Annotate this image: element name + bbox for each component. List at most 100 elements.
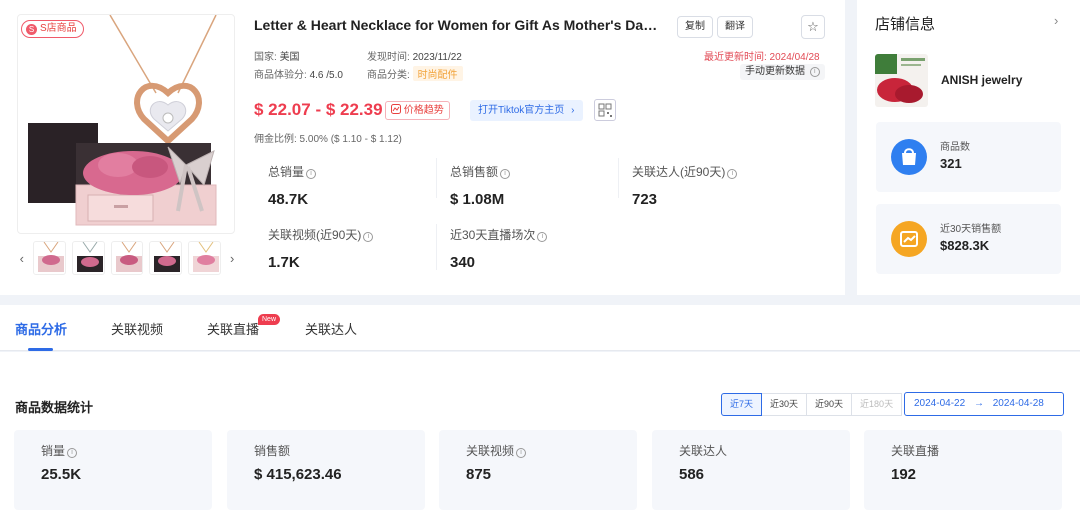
found-date-label: 发现时间: (367, 52, 410, 63)
shop-products-stat: 商品数 321 (876, 122, 1061, 192)
range-30d-button[interactable]: 近30天 (761, 393, 808, 416)
rating-value: 4.6 /5.0 (309, 70, 343, 81)
arrow-right-icon: → (973, 398, 984, 409)
translate-button[interactable]: 翻译 (717, 16, 753, 38)
date-range-picker[interactable]: 2024-04-22 → 2024-04-28 (904, 392, 1064, 416)
info-icon: i (727, 169, 738, 179)
thumbnail[interactable] (71, 241, 105, 275)
data-card-influencers: 关联达人 586 (652, 430, 850, 510)
stat-label: 关联视频(近90天) (268, 228, 362, 242)
data-card-lives: 关联直播 192 (864, 430, 1062, 510)
chevron-right-icon[interactable]: › (1054, 13, 1058, 28)
stat-lives-30d: 近30天直播场次 i 340 (450, 226, 620, 271)
stat-total-revenue: 总销售额 i $ 1.08M (450, 163, 620, 208)
thumbnail-strip: ‹ › (17, 240, 237, 276)
info-icon: i (500, 169, 511, 179)
data-card-revenue: 销售额 $ 415,623.46 (227, 430, 425, 510)
date-start: 2024-04-22 (914, 398, 966, 409)
stat-value: 48.7K (268, 191, 309, 208)
rating-meta: 商品体验分: 4.6 /5.0 (254, 66, 343, 81)
thumbnail[interactable] (149, 241, 183, 275)
data-card-value: 192 (891, 466, 917, 483)
product-main-image[interactable] (17, 14, 235, 234)
data-card-value: $ 415,623.46 (254, 466, 342, 483)
stat-total-sales: 总销量 i 48.7K (268, 163, 438, 208)
range-180d-button[interactable]: 近180天 (851, 393, 903, 416)
shop-products-value: 321 (940, 156, 962, 171)
info-icon: i (537, 232, 548, 242)
shop-sales-30d-label: 近30天销售额 (940, 224, 1002, 235)
data-card-videos: 关联视频 i 875 (439, 430, 637, 510)
tab-related-live[interactable]: 关联直播 (207, 319, 259, 338)
data-card-label: 销售额 (254, 444, 291, 458)
product-title[interactable]: Letter & Heart Necklace for Women for Gi… (254, 17, 664, 33)
commission-rate: 佣金比例: 5.00% ($ 1.10 - $ 1.12) (254, 134, 402, 145)
tab-related-videos[interactable]: 关联视频 (111, 319, 163, 338)
data-card-label: 关联视频 (466, 444, 515, 458)
favorite-star-icon[interactable]: ☆ (801, 15, 825, 39)
thumb-next-icon[interactable]: › (227, 251, 237, 266)
info-icon: i (516, 448, 527, 458)
info-icon: i (306, 169, 317, 179)
price-range: $ 22.07 - $ 22.39 (254, 100, 383, 119)
stat-label: 总销量 (268, 165, 305, 179)
range-7d-button[interactable]: 近7天 (721, 393, 763, 416)
price-trend-button[interactable]: 价格趋势 (385, 101, 450, 120)
shop-logo[interactable] (875, 54, 928, 107)
data-card-value: 586 (679, 466, 705, 483)
copy-button[interactable]: 复制 (677, 16, 713, 38)
shop-info-title: 店铺信息 (875, 16, 936, 33)
open-tiktok-button[interactable]: 打开Tiktok官方主页 › (470, 100, 583, 121)
country-meta: 国家: 美国 (254, 48, 300, 63)
data-card-value: 25.5K (41, 466, 82, 483)
info-icon: i (363, 232, 374, 242)
shop-sales-30d-stat: 近30天销售额 $828.3K (876, 204, 1061, 274)
category-meta: 商品分类: 时尚配件 (367, 66, 463, 81)
shop-name[interactable]: ANISH jewelry (941, 73, 1022, 87)
s-store-badge: S S店商品 (21, 20, 84, 38)
trend-icon (391, 104, 401, 114)
shop-sales-30d-value: $828.3K (940, 238, 990, 253)
data-card-label: 关联直播 (891, 444, 940, 458)
country-value: 美国 (279, 52, 300, 63)
date-end: 2024-04-28 (992, 398, 1044, 409)
thumbnail[interactable] (110, 241, 144, 275)
thumb-prev-icon[interactable]: ‹ (17, 251, 27, 266)
store-icon: S (26, 23, 37, 35)
shop-products-label: 商品数 (940, 142, 970, 153)
found-date-meta: 发现时间: 2023/11/22 (367, 48, 462, 63)
stat-label: 近30天直播场次 (450, 228, 536, 242)
manual-update-button[interactable]: 手动更新数据 i (740, 64, 825, 80)
category-tag[interactable]: 时尚配件 (412, 66, 463, 81)
stat-value: 1.7K (268, 254, 300, 271)
section-title: 商品数据统计 (15, 400, 94, 415)
stat-label: 关联达人(近90天) (632, 165, 726, 179)
qr-code-icon[interactable] (594, 99, 616, 121)
s-store-badge-label: S店商品 (40, 23, 77, 34)
bag-icon (891, 139, 927, 175)
stat-influencers-90d: 关联达人(近90天) i 723 (632, 163, 802, 208)
range-90d-button[interactable]: 近90天 (806, 393, 853, 416)
active-tab-indicator (28, 348, 53, 351)
tab-product-analysis[interactable]: 商品分析 (15, 319, 67, 338)
stat-videos-90d: 关联视频(近90天) i 1.7K (268, 226, 438, 271)
sales-chart-icon (891, 221, 927, 257)
new-badge: New (258, 314, 281, 325)
data-card-sales: 销量 i 25.5K (14, 430, 212, 510)
thumbnail[interactable] (32, 241, 66, 275)
data-card-value: 875 (466, 466, 492, 483)
rating-label: 商品体验分: (254, 70, 307, 81)
chevron-right-icon: › (571, 105, 575, 116)
stat-value: 723 (632, 191, 658, 208)
last-updated: 最近更新时间: 2024/04/28 (704, 52, 820, 63)
tab-related-influencers[interactable]: 关联达人 (305, 319, 357, 338)
country-label: 国家: (254, 52, 277, 63)
data-card-label: 销量 (41, 444, 66, 458)
price-trend-label: 价格趋势 (403, 105, 444, 116)
thumbnail[interactable] (188, 241, 222, 275)
category-label: 商品分类: (367, 70, 410, 81)
found-date-value: 2023/11/22 (412, 52, 462, 63)
stat-label: 总销售额 (450, 165, 499, 179)
info-icon: i (67, 448, 78, 458)
time-range-selector: 近7天 近30天 近90天 近180天 (721, 393, 903, 416)
